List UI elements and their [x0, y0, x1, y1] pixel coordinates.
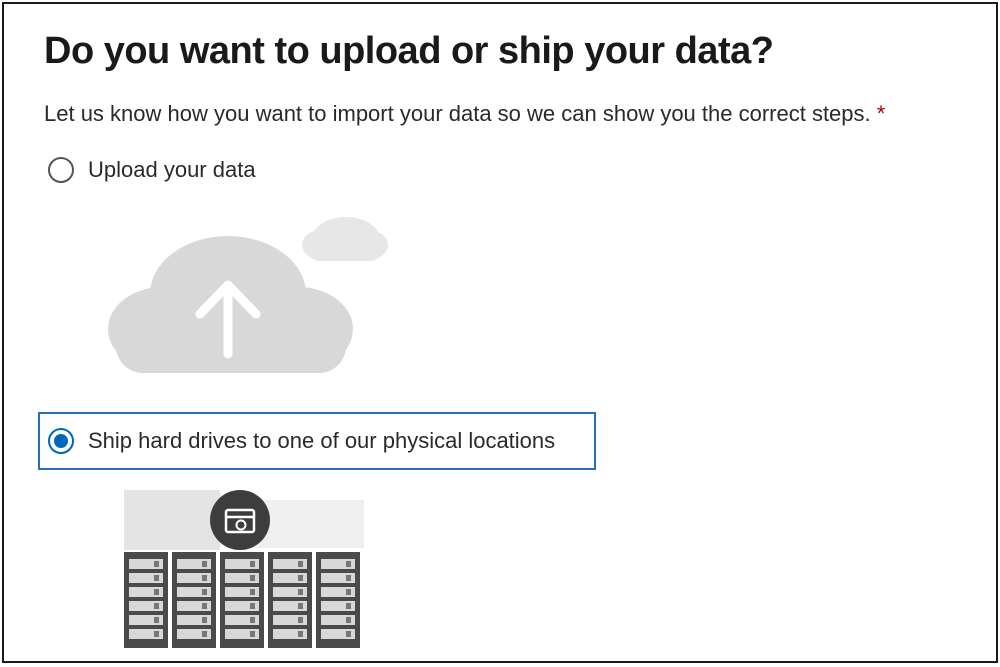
instruction-text: Let us know how you want to import your … — [44, 101, 956, 127]
option-ship-label: Ship hard drives to one of our physical … — [88, 428, 555, 454]
instruction-label: Let us know how you want to import your … — [44, 101, 877, 126]
radio-ship[interactable] — [48, 428, 74, 454]
server-rack-icon — [100, 480, 956, 665]
cloud-upload-icon — [88, 199, 956, 394]
dialog-frame: Do you want to upload or ship your data?… — [2, 2, 998, 663]
required-asterisk: * — [877, 101, 886, 126]
option-upload[interactable]: Upload your data — [44, 151, 956, 189]
page-title: Do you want to upload or ship your data? — [44, 30, 956, 73]
option-upload-label: Upload your data — [88, 157, 256, 183]
option-ship[interactable]: Ship hard drives to one of our physical … — [38, 412, 596, 470]
radio-upload[interactable] — [48, 157, 74, 183]
